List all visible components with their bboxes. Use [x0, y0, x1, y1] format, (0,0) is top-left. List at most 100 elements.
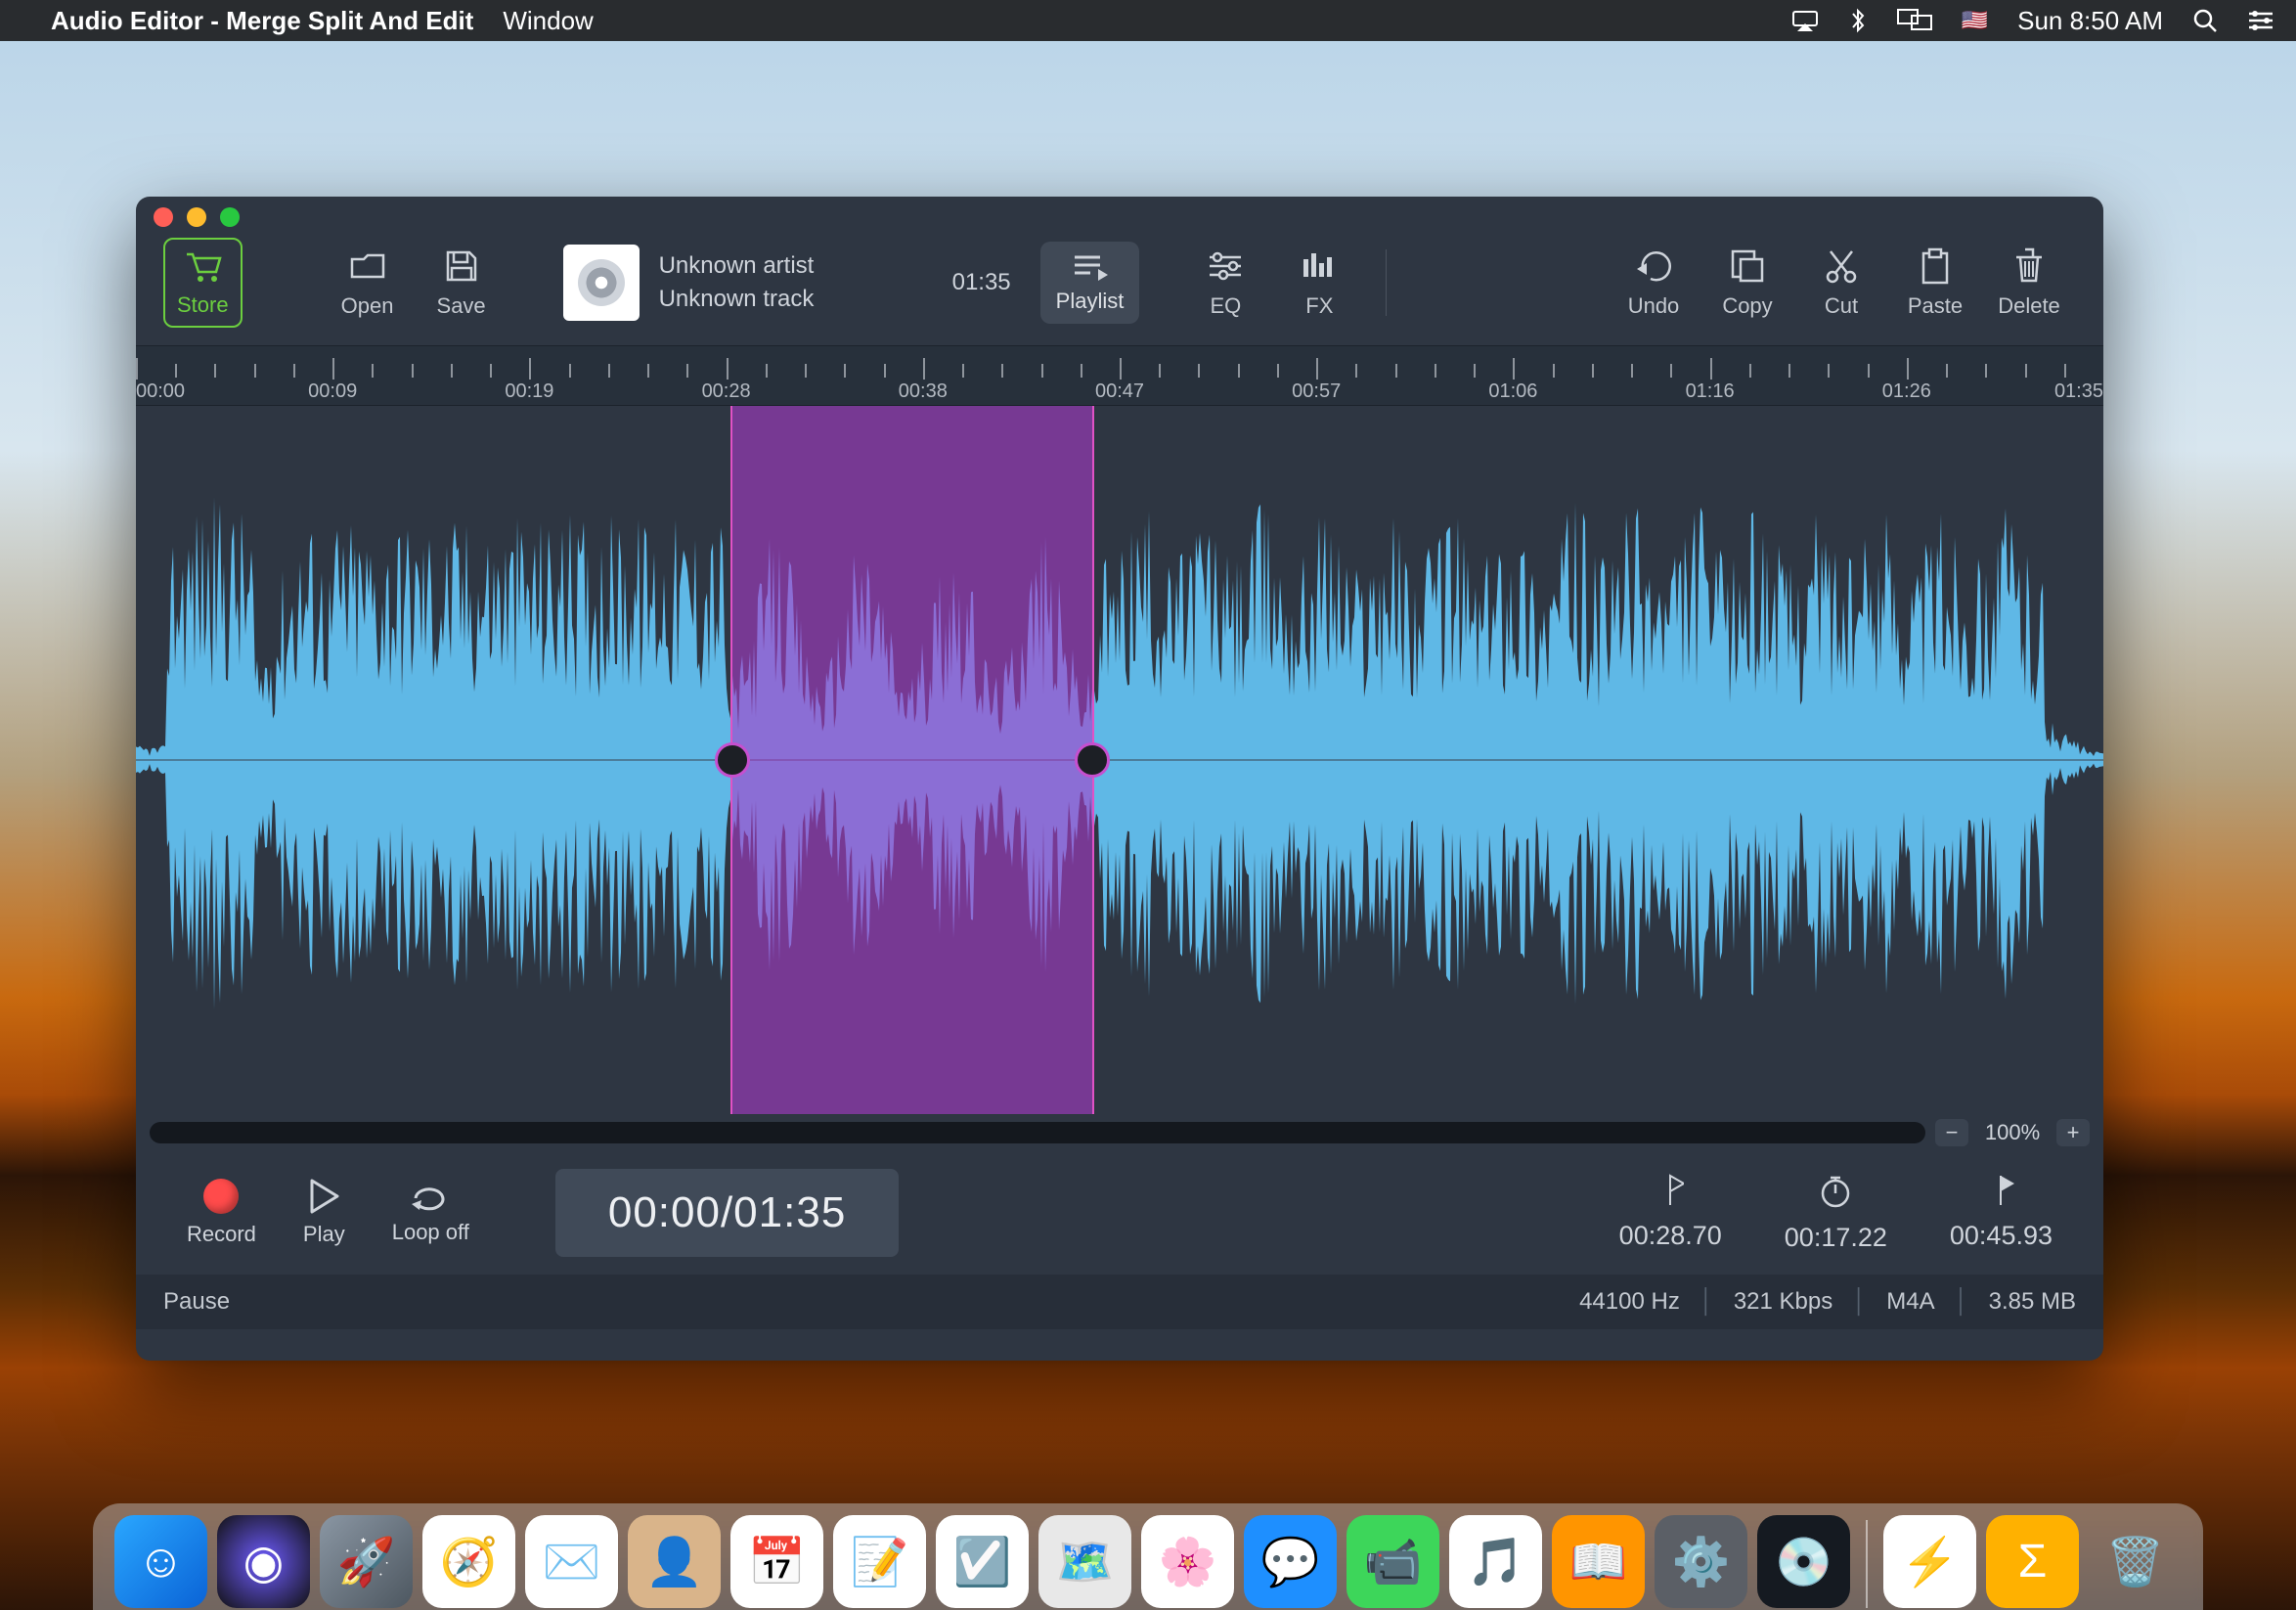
selection-handle-right[interactable]: [1075, 742, 1110, 778]
ruler-label: 00:47: [1095, 380, 1144, 403]
ruler-label: 00:28: [702, 380, 751, 403]
play-label: Play: [303, 1222, 345, 1247]
dock-thunderbolt[interactable]: ⚡: [1883, 1515, 1976, 1608]
dock-ibooks[interactable]: 📖: [1552, 1515, 1645, 1608]
track-duration: 01:35: [952, 269, 1011, 296]
dock-calendar[interactable]: 📅: [730, 1515, 823, 1608]
store-button[interactable]: Store: [163, 238, 243, 328]
record-label: Record: [187, 1222, 256, 1247]
in-time: 00:28.70: [1619, 1221, 1722, 1251]
audio-editor-window: Store Open Save Unknown artist Unknown t…: [136, 197, 2103, 1361]
trash-icon: [2012, 246, 2046, 286]
dock-appstore[interactable]: ⚙️: [1655, 1515, 1747, 1608]
screen-mirror-icon[interactable]: [1791, 10, 1819, 31]
input-flag-icon[interactable]: 🇺🇸: [1962, 8, 1988, 33]
dock-audio-editor[interactable]: 💿: [1757, 1515, 1850, 1608]
paste-button[interactable]: Paste: [1888, 246, 1982, 319]
ruler-label: 01:26: [1882, 380, 1931, 403]
format: M4A: [1852, 1288, 1934, 1316]
window-zoom-button[interactable]: [220, 207, 240, 227]
zoom-bar: − 100% +: [136, 1114, 2103, 1151]
zoom-out-button[interactable]: −: [1935, 1119, 1968, 1146]
scissors-icon: [1823, 246, 1860, 286]
selection-handle-left[interactable]: [715, 742, 750, 778]
flag-out-icon: [1987, 1174, 2014, 1207]
album-art: [563, 245, 640, 321]
spotlight-icon[interactable]: [2192, 8, 2218, 33]
dock-separator: [1866, 1520, 1868, 1608]
selection-region[interactable]: [730, 406, 1094, 1114]
clipboard-icon: [1918, 246, 1953, 286]
sample-rate: 44100 Hz: [1579, 1288, 1680, 1316]
bitrate: 321 Kbps: [1700, 1288, 1832, 1316]
ruler-label: 00:00: [136, 380, 185, 403]
save-button[interactable]: Save: [415, 246, 508, 319]
save-label: Save: [437, 293, 486, 319]
undo-button[interactable]: Undo: [1607, 246, 1700, 319]
undo-label: Undo: [1628, 293, 1680, 319]
displays-icon[interactable]: [1897, 9, 1932, 32]
selection-duration-display: 00:17.22: [1785, 1174, 1887, 1253]
record-icon: [203, 1179, 239, 1214]
ruler-label: 00:09: [308, 380, 357, 403]
zoom-in-button[interactable]: +: [2056, 1119, 2090, 1146]
ruler-label: 01:06: [1488, 380, 1537, 403]
open-button[interactable]: Open: [321, 246, 415, 319]
flag-in-icon: [1656, 1174, 1684, 1207]
delete-button[interactable]: Delete: [1982, 246, 2076, 319]
eq-button[interactable]: EQ: [1178, 246, 1272, 319]
record-button[interactable]: Record: [187, 1179, 256, 1247]
menubar-clock[interactable]: Sun 8:50 AM: [2017, 6, 2163, 36]
window-close-button[interactable]: [154, 207, 173, 227]
bluetooth-icon[interactable]: [1848, 8, 1868, 33]
dock-summation[interactable]: Σ: [1986, 1515, 2079, 1608]
play-button[interactable]: Play: [303, 1179, 345, 1247]
window-titlebar: [136, 197, 2103, 238]
copy-button[interactable]: Copy: [1700, 246, 1794, 319]
dock-facetime[interactable]: 📹: [1347, 1515, 1439, 1608]
file-size: 3.85 MB: [1955, 1288, 2076, 1316]
toolbar: Store Open Save Unknown artist Unknown t…: [136, 238, 2103, 345]
dock-mail[interactable]: ✉️: [525, 1515, 618, 1608]
dock-safari[interactable]: 🧭: [422, 1515, 515, 1608]
menu-window[interactable]: Window: [503, 6, 593, 36]
loop-label: Loop off: [392, 1220, 469, 1245]
dock-reminders[interactable]: ☑️: [936, 1515, 1029, 1608]
playlist-label: Playlist: [1056, 289, 1125, 314]
dock-siri[interactable]: ◉: [217, 1515, 310, 1608]
floppy-icon: [444, 246, 479, 286]
cut-label: Cut: [1825, 293, 1858, 319]
open-label: Open: [341, 293, 394, 319]
loop-button[interactable]: Loop off: [392, 1181, 469, 1245]
dock: ☺◉🚀🧭✉️👤📅📝☑️🗺️🌸💬📹🎵📖⚙️💿 ⚡Σ🗑️: [93, 1503, 2203, 1610]
playlist-button[interactable]: Playlist: [1040, 242, 1140, 324]
dock-contacts[interactable]: 👤: [628, 1515, 721, 1608]
dock-maps[interactable]: 🗺️: [1038, 1515, 1131, 1608]
dock-finder[interactable]: ☺: [114, 1515, 207, 1608]
dock-photos[interactable]: 🌸: [1141, 1515, 1234, 1608]
playlist-icon: [1071, 251, 1110, 283]
cut-button[interactable]: Cut: [1794, 246, 1888, 319]
timeline-ruler[interactable]: 00:0000:0900:1900:2800:3800:4700:5701:06…: [136, 345, 2103, 406]
horizontal-scrollbar[interactable]: [150, 1122, 1925, 1143]
window-minimize-button[interactable]: [187, 207, 206, 227]
active-app-name[interactable]: Audio Editor - Merge Split And Edit: [51, 6, 473, 36]
play-icon: [308, 1179, 339, 1214]
waveform-area[interactable]: [136, 406, 2103, 1114]
track-info: Unknown artist Unknown track 01:35: [563, 245, 1011, 321]
eq-label: EQ: [1210, 293, 1241, 319]
dock-launchpad[interactable]: 🚀: [320, 1515, 413, 1608]
duration-time: 00:17.22: [1785, 1223, 1887, 1253]
dock-notes[interactable]: 📝: [833, 1515, 926, 1608]
dock-itunes[interactable]: 🎵: [1449, 1515, 1542, 1608]
dock-messages[interactable]: 💬: [1244, 1515, 1337, 1608]
control-center-icon[interactable]: [2247, 10, 2274, 31]
undo-icon: [1633, 246, 1674, 286]
selection-in-display: 00:28.70: [1619, 1174, 1722, 1253]
cart-icon: [183, 247, 222, 287]
fx-button[interactable]: FX: [1272, 246, 1366, 319]
dock-trash[interactable]: 🗑️: [2089, 1515, 2182, 1608]
status-bar: Pause 44100 Hz 321 Kbps M4A 3.85 MB: [136, 1275, 2103, 1329]
toolbar-divider: [1386, 249, 1387, 316]
loop-icon: [410, 1181, 451, 1212]
